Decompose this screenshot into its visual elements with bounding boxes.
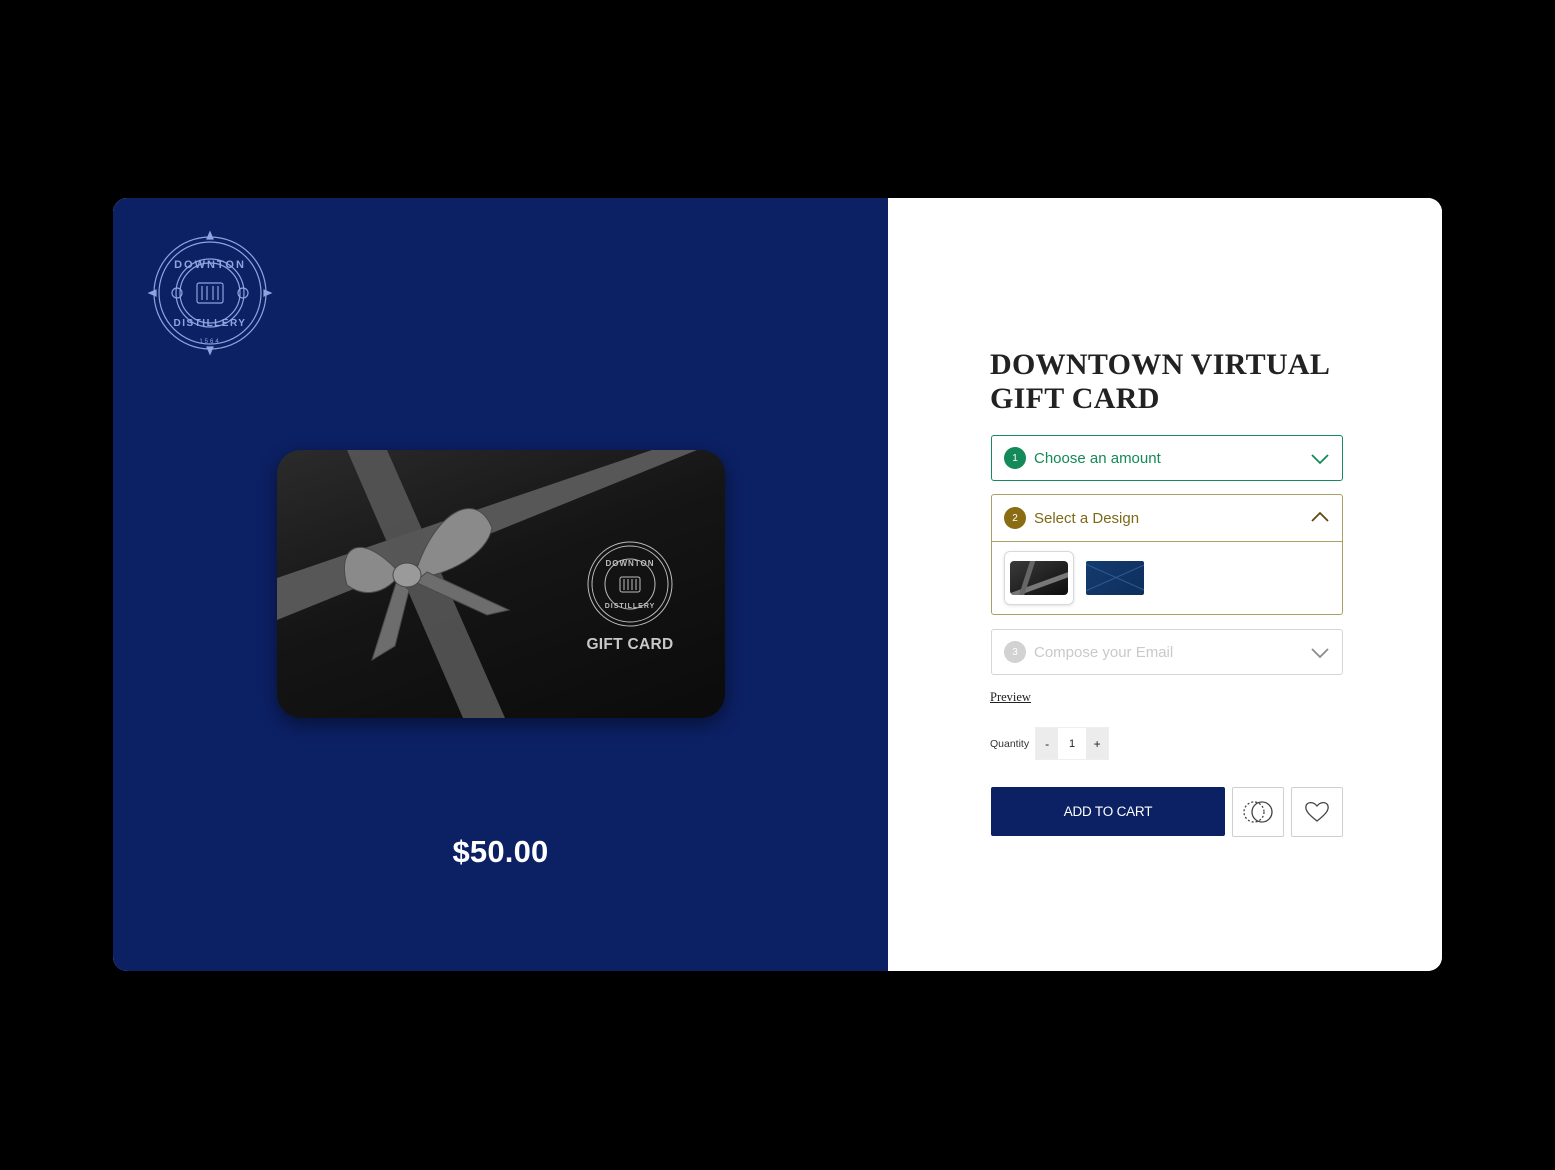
product-hero-panel: DOWNTON DISTILLERY 1564 DOWNTON DISTILLE… <box>113 198 888 971</box>
step-number-badge: 1 <box>1004 447 1026 469</box>
step-label: Choose an amount <box>1034 449 1161 467</box>
step-header[interactable]: 2 Select a Design <box>992 495 1342 542</box>
step-choose-amount[interactable]: 1 Choose an amount <box>991 435 1343 481</box>
svg-text:1564: 1564 <box>199 339 220 345</box>
design-options <box>992 542 1342 614</box>
decrement-button[interactable]: - <box>1036 728 1059 759</box>
svg-text:DOWNTON: DOWNTON <box>174 259 246 271</box>
design-thumbnail <box>1010 561 1068 595</box>
compare-icon <box>1243 801 1273 823</box>
chevron-down-icon[interactable] <box>1310 448 1330 468</box>
design-thumbnail <box>1086 561 1144 595</box>
step-label: Compose your Email <box>1034 643 1174 661</box>
quantity-input[interactable] <box>1058 728 1087 759</box>
product-title: DOWNTOWN VIRTUAL GIFT CARD <box>990 348 1329 415</box>
step-number-badge: 2 <box>1004 507 1026 529</box>
svg-text:DISTILLERY: DISTILLERY <box>174 318 247 329</box>
step-label: Select a Design <box>1034 509 1140 527</box>
step-number-badge: 3 <box>1004 641 1026 663</box>
step-header[interactable]: 1 Choose an amount <box>992 436 1342 480</box>
step-select-design[interactable]: 2 Select a Design <box>991 494 1343 615</box>
step-compose-email[interactable]: 3 Compose your Email <box>991 629 1343 675</box>
quantity-control: - + <box>1035 727 1110 760</box>
preview-link[interactable]: Preview <box>990 690 1031 705</box>
distillery-seal-logo: DOWNTON DISTILLERY 1564 <box>147 230 273 356</box>
design-option-navy-pattern[interactable] <box>1080 551 1150 605</box>
increment-button[interactable]: + <box>1086 728 1109 759</box>
product-config-panel: DOWNTOWN VIRTUAL GIFT CARD 1 Choose an a… <box>888 198 1442 971</box>
add-to-cart-button[interactable]: ADD TO CART <box>991 787 1225 836</box>
wishlist-button[interactable] <box>1291 787 1343 837</box>
chevron-down-icon[interactable] <box>1310 642 1330 662</box>
heart-icon <box>1305 801 1329 822</box>
gift-card-preview: DOWNTON DISTILLERY GIFT CARD <box>277 450 725 718</box>
card-label: GIFT CARD <box>586 636 674 653</box>
svg-text:DISTILLERY: DISTILLERY <box>605 603 656 610</box>
product-price: $50.00 <box>452 834 549 869</box>
product-modal: DOWNTON DISTILLERY 1564 DOWNTON DISTILLE… <box>113 198 1442 971</box>
quantity-label: Quantity <box>990 737 1030 750</box>
compare-button[interactable] <box>1232 787 1284 837</box>
card-seal-logo: DOWNTON DISTILLERY <box>587 541 673 627</box>
svg-text:DOWNTON: DOWNTON <box>605 559 654 568</box>
design-option-black-ribbon[interactable] <box>1004 551 1074 605</box>
quantity-stepper: Quantity - + <box>990 727 1110 760</box>
chevron-up-icon[interactable] <box>1310 507 1330 527</box>
step-header[interactable]: 3 Compose your Email <box>992 630 1342 674</box>
